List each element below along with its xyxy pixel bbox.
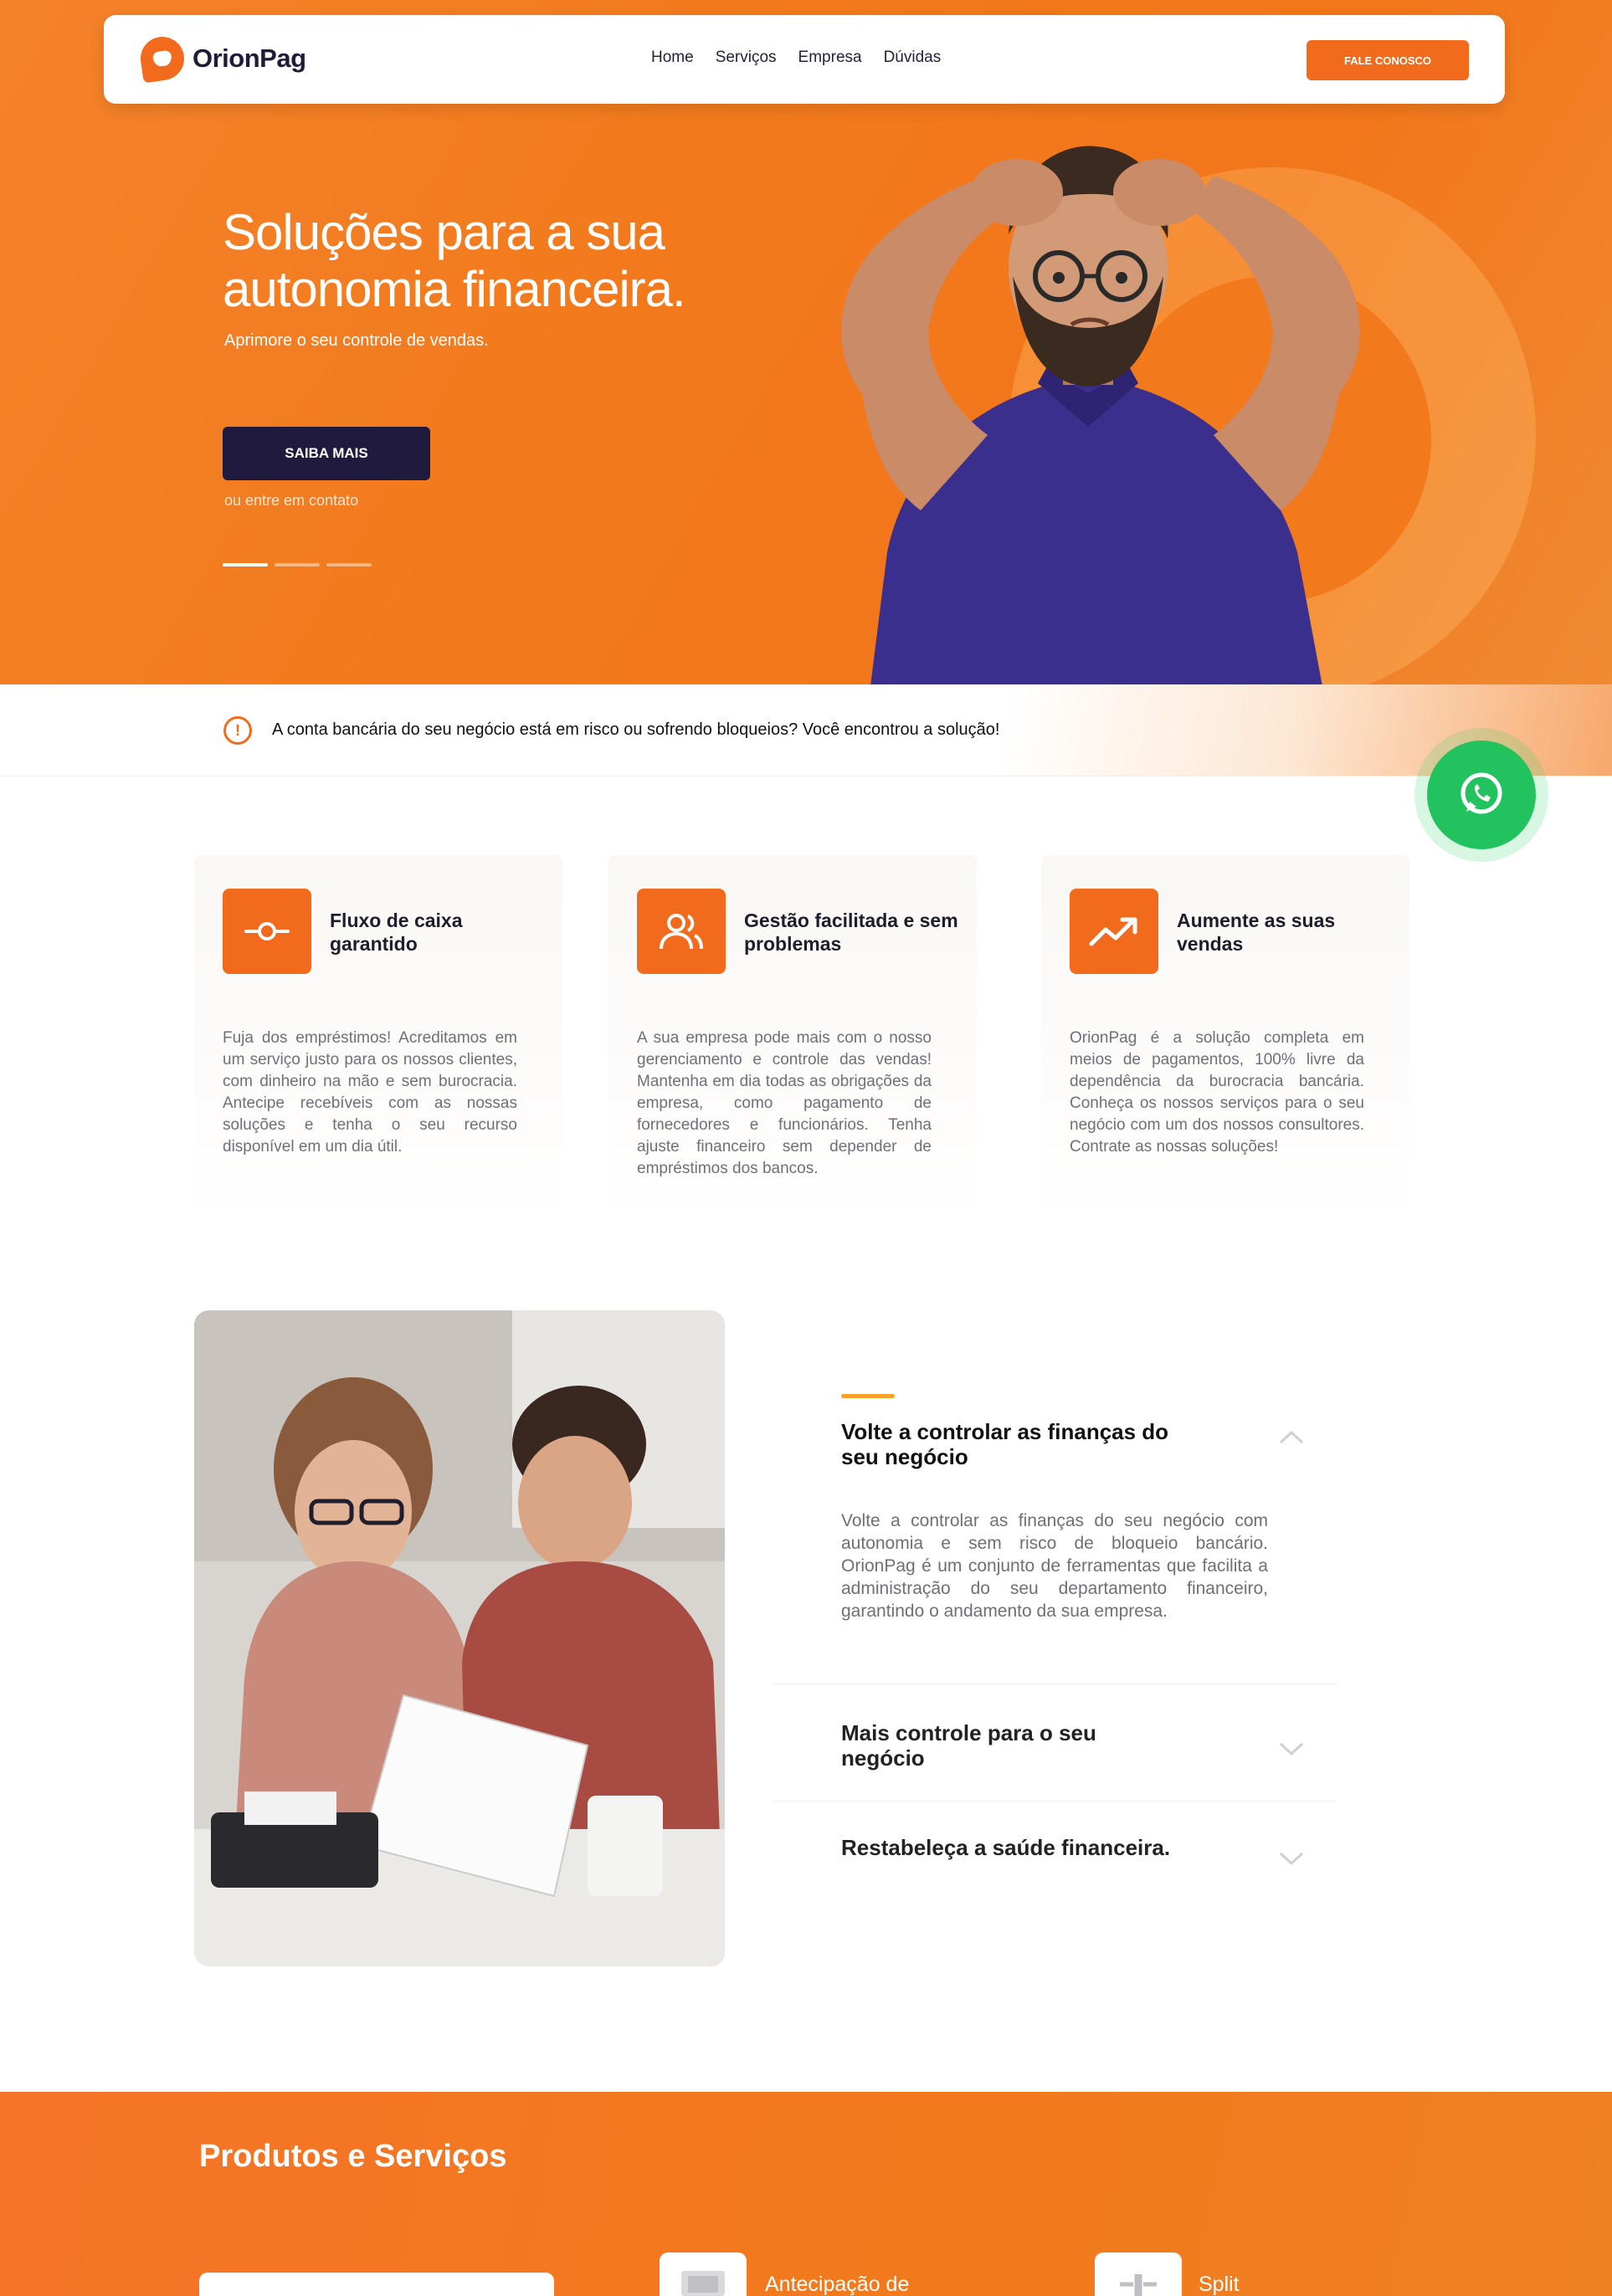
hero-subtitle: Aprimore o seu controle de vendas.	[224, 331, 489, 350]
nav-link-empresa[interactable]: Empresa	[798, 49, 862, 67]
feature-text: Fuja dos empréstimos! Acreditamos em um …	[223, 1029, 517, 1156]
whatsapp-button[interactable]	[1414, 728, 1548, 862]
slider-dot[interactable]	[223, 563, 268, 566]
contact-link[interactable]: ou entre em contato	[224, 492, 358, 510]
brand-logo[interactable]: OrionPag	[137, 33, 306, 84]
contact-us-button[interactable]: FALE CONOSCO	[1307, 40, 1469, 80]
slider-dot[interactable]	[275, 563, 320, 566]
feature-card-management: Gestão facilitada e sem problemas A sua …	[608, 855, 977, 1223]
brand-name: OrionPag	[193, 44, 306, 73]
feature-title: Aumente as suas vendas	[1177, 910, 1336, 955]
hero-title: Soluções para a sua autonomia financeira…	[223, 204, 809, 318]
faq-item-title[interactable]: Volte a controlar as finanças do seu neg…	[841, 1419, 1176, 1469]
chevron-down-icon[interactable]	[1277, 1734, 1306, 1762]
hero-person-image	[841, 146, 1360, 684]
feature-card-cash-flow: Fluxo de caixa garantido Fuja dos emprés…	[194, 855, 562, 1223]
slider-dot[interactable]	[326, 563, 372, 566]
chevron-up-icon[interactable]	[1277, 1424, 1306, 1453]
hero-title-line2: autonomia financeira.	[223, 261, 686, 317]
faq-item-title[interactable]: Restabeleça a saúde financeira.	[841, 1835, 1176, 1860]
alert-bar: ! A conta bancária do seu negócio está e…	[0, 684, 1612, 776]
faq-item-title[interactable]: Mais controle para o seu negócio	[841, 1720, 1176, 1771]
trending-up-icon	[1070, 889, 1158, 974]
feature-title: Fluxo de caixa garantido	[330, 910, 463, 955]
faq-accent-bar	[841, 1394, 895, 1398]
split-icon	[1095, 2252, 1182, 2296]
feature-text: OrionPag é a solução completa em meios d…	[1070, 1029, 1364, 1156]
products-title: Produtos e Serviços	[199, 2139, 507, 2174]
nav-link-home[interactable]: Home	[651, 49, 694, 67]
whatsapp-icon	[1427, 741, 1536, 849]
alert-text: A conta bancária do seu negócio está em …	[272, 720, 1000, 739]
hero-section: OrionPag Home Serviços Empresa Dúvidas F…	[0, 0, 1612, 684]
product-label[interactable]: Split	[1199, 2273, 1240, 2296]
users-icon	[637, 889, 726, 974]
learn-more-button[interactable]: SAIBA MAIS	[223, 427, 430, 480]
feature-title: Gestão facilitada e sem problemas	[744, 910, 958, 955]
product-card[interactable]	[199, 2273, 554, 2296]
product-label[interactable]: Antecipação de	[765, 2273, 909, 2296]
alert-icon: !	[223, 716, 252, 745]
faq-item-body: Volte a controlar as finanças do seu neg…	[841, 1511, 1268, 1621]
logo-icon	[137, 33, 187, 84]
couple-finances-photo	[194, 1310, 725, 1966]
hero-title-line1: Soluções para a sua	[223, 204, 665, 260]
nav-link-duvidas[interactable]: Dúvidas	[884, 49, 942, 67]
top-navbar: OrionPag Home Serviços Empresa Dúvidas F…	[104, 15, 1505, 104]
products-section: Produtos e Serviços Antecipação de Split	[0, 2092, 1612, 2296]
feature-card-sales: Aumente as suas vendas OrionPag é a solu…	[1041, 855, 1409, 1223]
cash-flow-icon	[223, 889, 311, 974]
feature-text: A sua empresa pode mais com o nosso gere…	[637, 1029, 932, 1177]
nav-links: Home Serviços Empresa Dúvidas	[651, 49, 941, 67]
hero-slider-dots	[223, 563, 372, 566]
nav-link-servicos[interactable]: Serviços	[716, 49, 777, 67]
receivables-advance-icon	[660, 2252, 747, 2296]
chevron-down-icon[interactable]	[1277, 1843, 1306, 1872]
